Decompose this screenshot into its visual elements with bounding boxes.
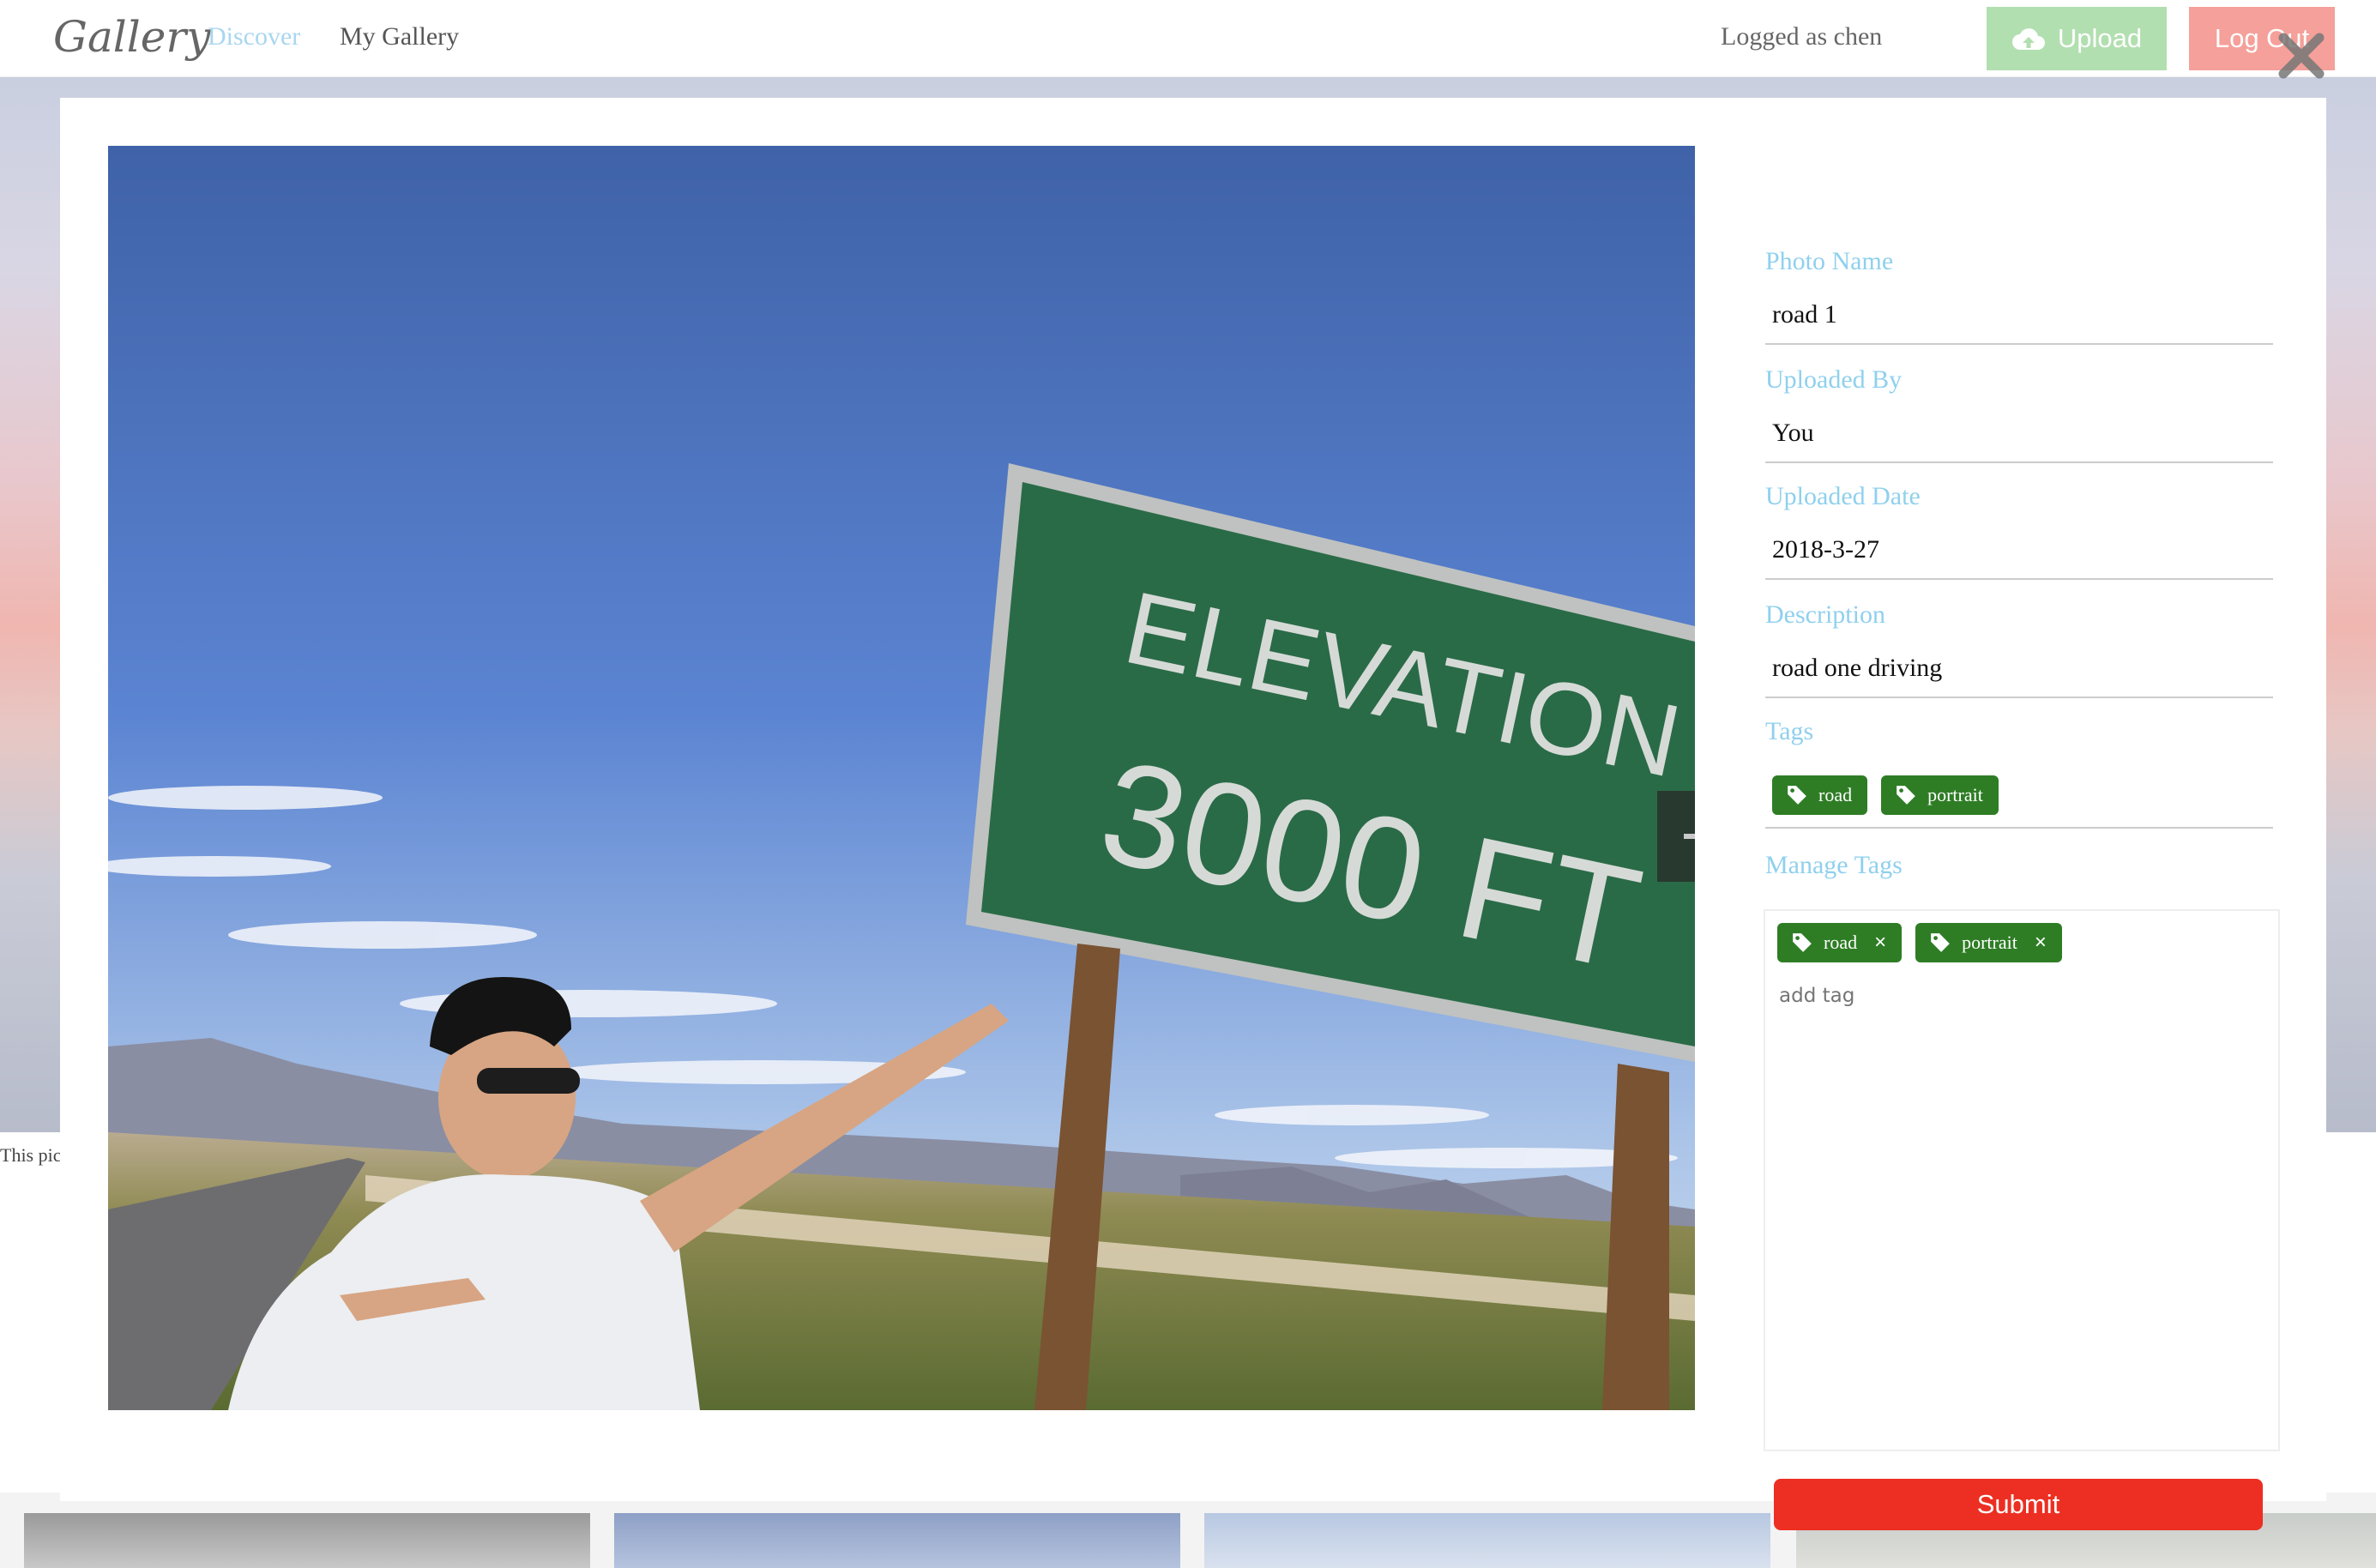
thumbnail[interactable] [1204,1513,1770,1568]
photo-name-value: road 1 [1765,300,2273,345]
removable-tag-chip: road × [1777,923,1903,962]
uploaded-date-label: Uploaded Date [1765,482,1921,510]
close-modal-button[interactable] [2275,29,2328,82]
upload-button[interactable]: Upload [1987,7,2167,70]
description-label: Description [1765,600,1885,629]
photo-detail-modal: ELEVATION 3000 FT Photo Name road 1 Uplo… [60,98,2326,1530]
thumbnail[interactable] [24,1513,590,1568]
arrow-right-icon [1684,834,1695,839]
manage-tags-box[interactable]: road × portrait × [1764,909,2280,1451]
upload-label: Upload [2057,23,2143,53]
navbar: Gallery Discover My Gallery Logged as ch… [0,0,2376,77]
tag-chip[interactable]: portrait [1881,775,1999,815]
tag-icon [1788,786,1806,805]
submit-button[interactable]: Submit [1774,1479,2263,1530]
uploaded-by-value: You [1765,419,2273,463]
background-caption: This pic [0,1144,62,1166]
brand-logo[interactable]: Gallery [53,12,210,62]
remove-tag-icon[interactable]: × [2035,931,2047,955]
tag-text: road [1824,932,1858,953]
tag-text: road [1818,784,1853,805]
tag-icon [1793,933,1812,952]
uploaded-date-value: 2018-3-27 [1765,535,2273,580]
photo-image: ELEVATION 3000 FT [108,146,1695,1410]
tag-list: road portrait [1772,775,1999,815]
tag-icon [1931,933,1950,952]
removable-tag-chip: portrait × [1915,923,2062,962]
nav-my-gallery-link[interactable]: My Gallery [340,22,459,51]
close-icon [2278,33,2325,79]
cloud-upload-icon [2011,28,2045,50]
thumbnail[interactable] [614,1513,1180,1568]
tags-label: Tags [1765,717,1814,745]
divider [1765,827,2273,829]
next-photo-button[interactable] [1657,791,1695,882]
photo-illustration: ELEVATION 3000 FT [108,146,1695,1410]
remove-tag-icon[interactable]: × [1874,931,1886,955]
manage-tags-label: Manage Tags [1765,851,1903,879]
tag-text: portrait [1927,784,1983,805]
logged-in-user-text: Logged as chen [1721,22,1883,51]
tag-chip[interactable]: road [1772,775,1868,815]
nav-discover-link[interactable]: Discover [208,22,300,51]
description-value: road one driving [1765,654,2273,698]
add-tag-input[interactable] [1779,985,2122,1007]
photo-name-label: Photo Name [1765,247,1894,275]
tag-text: portrait [1962,932,2017,953]
tag-icon [1897,786,1915,805]
uploaded-by-label: Uploaded By [1765,365,1903,394]
manage-tag-list: road × portrait × [1777,923,2062,962]
